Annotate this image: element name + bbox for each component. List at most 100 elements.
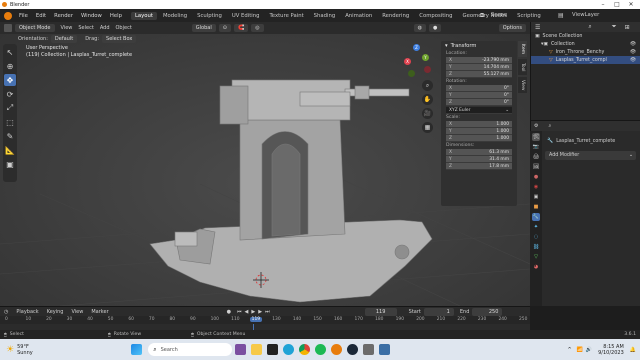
drag-dropdown[interactable]: Select Box: [102, 35, 137, 43]
snap-icon[interactable]: 🧲: [233, 24, 249, 32]
location-z-field[interactable]: Z 55.127 mm: [446, 71, 512, 78]
gizmo-z-axis[interactable]: Z: [413, 44, 420, 51]
gizmo-neg-x-axis[interactable]: [424, 66, 431, 73]
outliner-search-icon[interactable]: ⌕: [588, 23, 591, 31]
location-y-field[interactable]: Y 14.704 mm: [446, 64, 512, 71]
annotate-tool-icon[interactable]: ✎: [4, 130, 16, 142]
transform-tool-icon[interactable]: ⬚: [4, 116, 16, 128]
select-tool-icon[interactable]: ↖: [4, 46, 16, 58]
move-tool-icon[interactable]: ✥: [4, 74, 16, 86]
view-menu[interactable]: View: [71, 309, 83, 315]
rotation-x-field[interactable]: X 0°: [446, 85, 512, 92]
tab-modeling[interactable]: Modeling: [159, 12, 191, 20]
tab-scripting[interactable]: Scripting: [513, 12, 545, 20]
start-windows-icon[interactable]: [130, 344, 142, 355]
tab-view[interactable]: View: [518, 77, 527, 93]
playback-menu[interactable]: Playback: [16, 309, 38, 315]
minimize-icon[interactable]: –: [596, 0, 610, 9]
outliner-item-iron-throne[interactable]: ▽ Iron_Throne_Benchy 👁: [531, 48, 640, 56]
mode-dropdown[interactable]: Object Mode: [15, 24, 55, 32]
transform-orientation-dropdown[interactable]: Global: [191, 24, 216, 32]
outliner-editor-icon[interactable]: ☰: [535, 24, 540, 31]
next-key-icon[interactable]: ▶: [258, 309, 262, 315]
outliner-item-lasplas-turret[interactable]: ▽ Lasplas_Turret_compl 👁: [531, 56, 640, 64]
dimensions-y-field[interactable]: Y 31.4 mm: [446, 156, 512, 163]
cursor-tool-icon[interactable]: ⊕: [4, 60, 16, 72]
tab-layout[interactable]: Layout: [130, 11, 157, 20]
weather-widget[interactable]: 59°F Sunny: [17, 344, 33, 356]
material-tab-icon[interactable]: ◕: [532, 263, 540, 271]
view-layer-name[interactable]: ViewLayer: [572, 12, 599, 18]
current-frame-field[interactable]: 119: [364, 307, 397, 316]
weather-sun-icon[interactable]: ☀: [6, 345, 14, 355]
tab-shading[interactable]: Shading: [310, 12, 340, 20]
marker-menu[interactable]: Marker: [91, 309, 108, 315]
scale-tool-icon[interactable]: ⤢: [4, 102, 16, 114]
tab-uv-editing[interactable]: UV Editing: [228, 12, 264, 20]
gizmo-neg-y-axis[interactable]: [408, 70, 415, 77]
close-icon[interactable]: ✕: [624, 0, 638, 9]
notifications-icon[interactable]: 🔔: [630, 347, 636, 353]
chrome-icon[interactable]: [298, 344, 310, 355]
dimensions-z-field[interactable]: Z 17.8 mm: [446, 163, 512, 170]
menu-add[interactable]: Add: [100, 25, 110, 31]
jump-end-icon[interactable]: ⏭: [265, 309, 270, 315]
zoom-icon[interactable]: ⌕: [422, 80, 433, 91]
tray-chevron-icon[interactable]: ^: [567, 347, 571, 353]
measure-tool-icon[interactable]: 📐: [4, 144, 16, 156]
volume-icon[interactable]: 🔊: [586, 347, 592, 353]
menu-select[interactable]: Select: [78, 25, 93, 31]
tab-item[interactable]: Item: [518, 41, 527, 57]
rotation-mode-dropdown[interactable]: XYZ Euler ⌄: [446, 107, 512, 114]
output-tab-icon[interactable]: 🖨: [532, 153, 540, 161]
rotation-y-field[interactable]: Y 0°: [446, 92, 512, 99]
timeline-editor-icon[interactable]: ◷: [4, 309, 8, 315]
maximize-icon[interactable]: □: [610, 0, 624, 9]
modifier-tab-icon[interactable]: 🔧: [532, 213, 540, 221]
jump-start-icon[interactable]: ⏮: [237, 309, 242, 315]
menu-file[interactable]: File: [15, 13, 32, 19]
view-layer-tab-icon[interactable]: 🖼: [532, 163, 540, 171]
menu-edit[interactable]: Edit: [32, 13, 50, 19]
tool-tab-icon[interactable]: 🛠: [532, 133, 540, 141]
location-x-field[interactable]: X -23.790 mm: [446, 57, 512, 64]
pan-icon[interactable]: ✋: [422, 94, 433, 105]
spotify-icon[interactable]: [314, 344, 326, 355]
scale-z-field[interactable]: Z 1.000: [446, 135, 512, 142]
new-collection-icon[interactable]: ⊞: [625, 24, 630, 31]
blender-menu-icon[interactable]: [4, 11, 12, 20]
physics-tab-icon[interactable]: ◌: [532, 233, 540, 241]
tab-compositing[interactable]: Compositing: [415, 12, 456, 20]
pivot-icon[interactable]: ⊙: [218, 24, 231, 32]
overlays-icon[interactable]: ◍: [413, 24, 426, 32]
gizmo-y-axis[interactable]: Y: [422, 54, 429, 61]
taskbar-search-box[interactable]: ⌕ Search: [148, 343, 233, 356]
scene-icon[interactable]: ⧉: [480, 12, 484, 20]
filter-icon[interactable]: ⏷: [612, 23, 617, 31]
timeline-ruler[interactable]: 0 10 20 30 40 50 60 70 80 90 100 110 119 130 140 150 160…: [0, 316, 530, 330]
object-tab-icon[interactable]: ■: [532, 203, 540, 211]
world-tab-icon[interactable]: ◉: [532, 183, 540, 191]
menu-view[interactable]: View: [61, 25, 73, 31]
outliner-scene-collection[interactable]: ▣ Scene Collection: [531, 32, 640, 40]
view-layer-icon[interactable]: ▤: [558, 12, 564, 19]
menu-object[interactable]: Object: [116, 25, 132, 31]
visibility-icon[interactable]: 👁: [630, 58, 636, 63]
transform-panel-header[interactable]: ▾ Transform: [441, 41, 517, 50]
play-icon[interactable]: ▶: [251, 309, 255, 315]
keying-menu[interactable]: Keying: [47, 309, 64, 315]
scene-name[interactable]: Scene: [491, 12, 507, 18]
visibility-icon[interactable]: 👁: [630, 42, 636, 47]
tab-sculpting[interactable]: Sculpting: [193, 12, 226, 20]
add-modifier-button[interactable]: Add Modifier ⌄: [545, 151, 636, 160]
edge-icon[interactable]: [282, 344, 294, 355]
data-tab-icon[interactable]: ▽: [532, 253, 540, 261]
start-frame-field[interactable]: 1: [423, 307, 454, 316]
render-tab-icon[interactable]: 📷: [532, 143, 540, 151]
orientation-dropdown[interactable]: Default: [50, 35, 78, 43]
prev-key-icon[interactable]: ◀: [245, 309, 249, 315]
menu-window[interactable]: Window: [77, 13, 106, 19]
menu-render[interactable]: Render: [50, 13, 77, 19]
app-icon[interactable]: [378, 344, 390, 355]
collection-tab-icon[interactable]: ▣: [532, 193, 540, 201]
